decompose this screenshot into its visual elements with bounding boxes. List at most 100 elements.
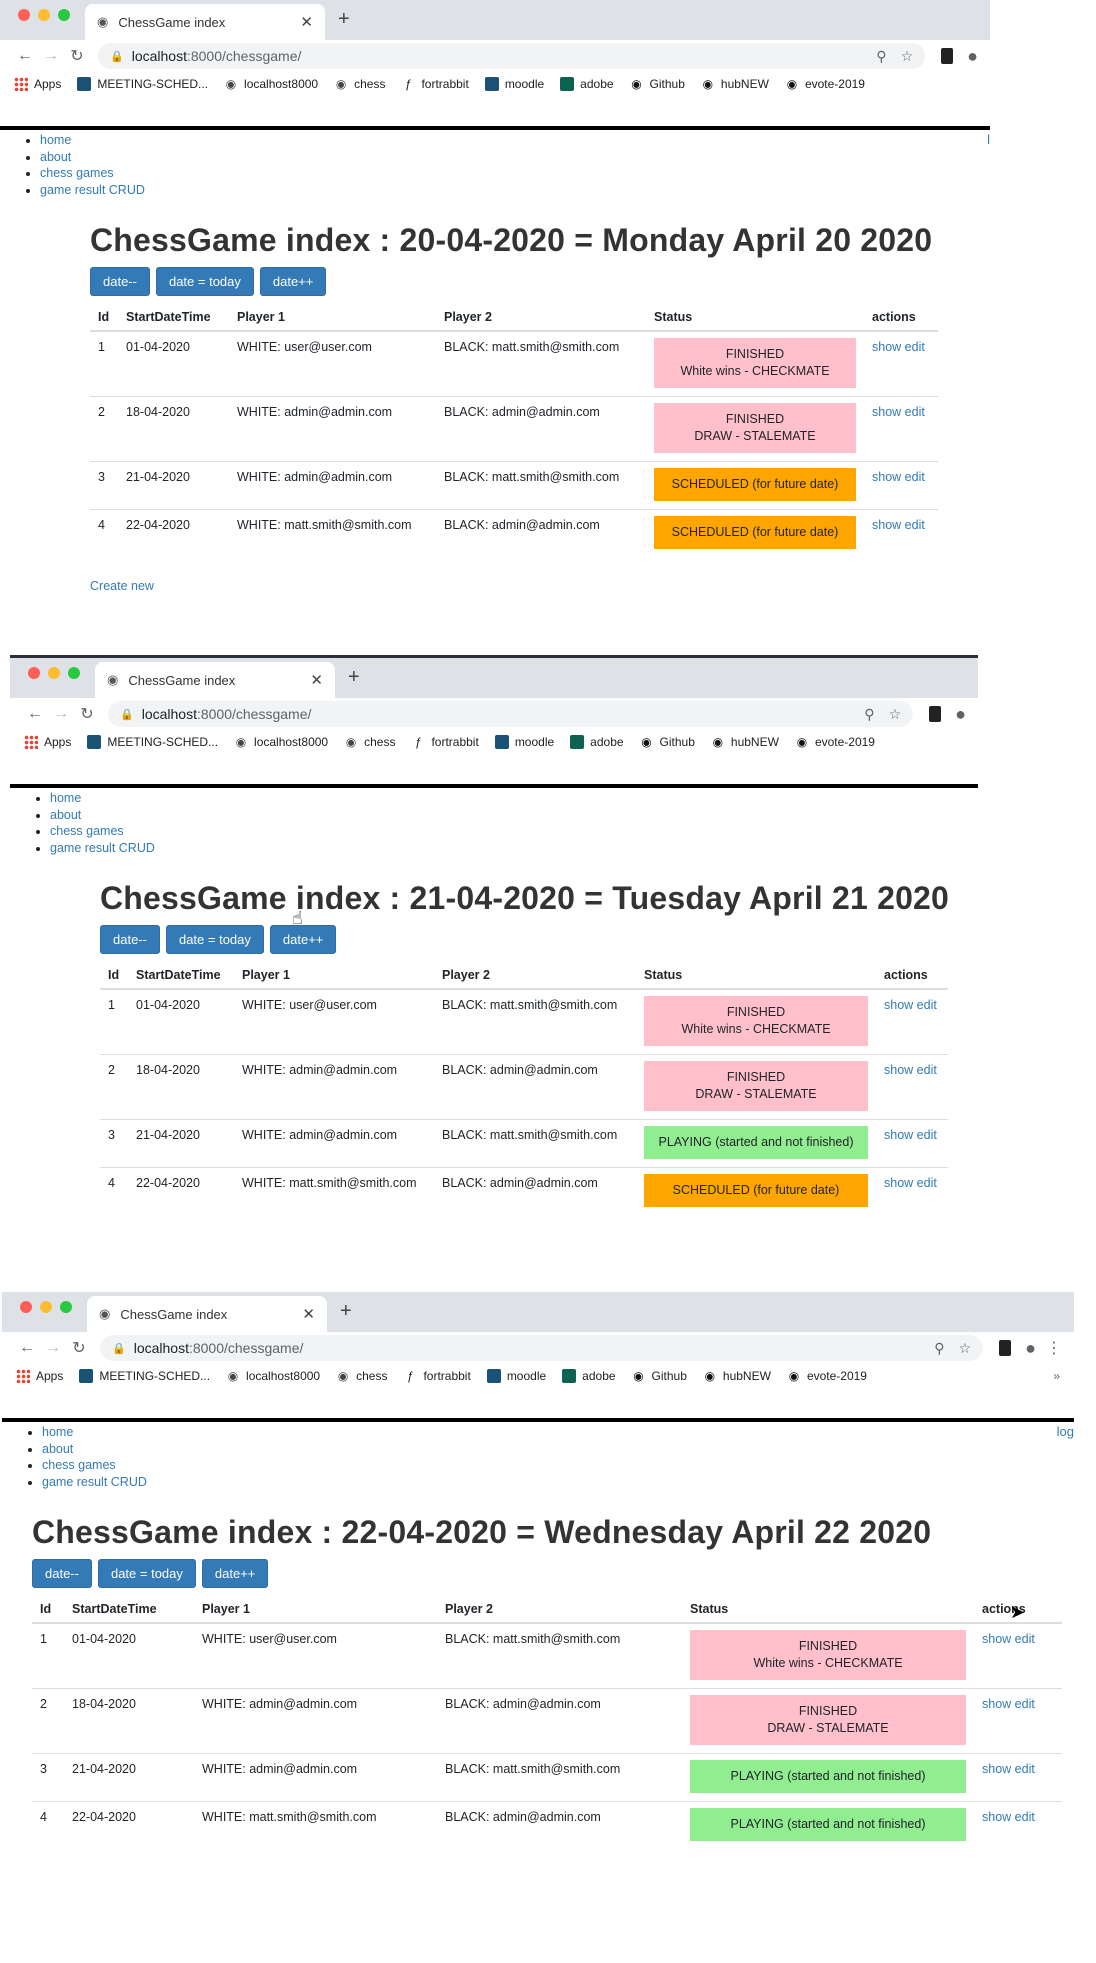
nav-chess-games-link[interactable]: chess games (42, 1458, 116, 1472)
edit-link[interactable]: edit (1015, 1762, 1035, 1776)
minimize-window-button[interactable] (38, 9, 50, 21)
extension-icon[interactable] (999, 1340, 1012, 1356)
maximize-window-button[interactable] (60, 1301, 72, 1313)
forward-icon[interactable]: → (38, 47, 64, 65)
bookmark-adobe[interactable]: adobe (560, 77, 614, 91)
show-link[interactable]: show (872, 518, 901, 532)
extension-icon[interactable] (941, 48, 954, 64)
close-window-button[interactable] (28, 667, 40, 679)
edit-link[interactable]: edit (917, 1128, 937, 1142)
star-icon[interactable]: ☆ (959, 1340, 972, 1357)
bookmark-moodle[interactable]: moodle (494, 735, 554, 749)
back-icon[interactable]: ← (12, 47, 38, 65)
bookmark-chess[interactable]: ◉ chess (344, 735, 396, 749)
show-link[interactable]: show (884, 998, 913, 1012)
show-link[interactable]: show (982, 1697, 1011, 1711)
browser-tab[interactable]: ◉ ChessGame index ✕ (87, 1296, 327, 1332)
minimize-window-button[interactable] (40, 1301, 52, 1313)
bookmark-chess[interactable]: ◉ chess (336, 1369, 388, 1383)
edit-link[interactable]: edit (917, 998, 937, 1012)
new-tab-icon[interactable]: + (338, 8, 350, 31)
login-link[interactable]: l (987, 132, 990, 147)
profile-icon[interactable]: ● (1025, 1338, 1036, 1359)
show-link[interactable]: show (982, 1762, 1011, 1776)
profile-icon[interactable]: ● (955, 704, 966, 725)
close-tab-icon[interactable]: ✕ (310, 671, 323, 689)
bookmark-adobe[interactable]: adobe (562, 1369, 616, 1383)
back-icon[interactable]: ← (22, 705, 48, 723)
forward-icon[interactable]: → (48, 705, 74, 723)
nav-game-result-crud-link[interactable]: game result CRUD (40, 183, 145, 197)
bookmark-github[interactable]: ◉ Github (632, 1369, 687, 1383)
login-link[interactable]: log (1057, 1424, 1074, 1439)
date-today-button[interactable]: date = today (155, 267, 254, 296)
close-tab-icon[interactable]: ✕ (302, 1305, 315, 1323)
date-prev-button[interactable]: date-- (32, 1559, 92, 1588)
date-prev-button[interactable]: date-- (90, 267, 150, 296)
show-link[interactable]: show (872, 340, 901, 354)
nav-about-link[interactable]: about (40, 150, 71, 164)
bookmark-fortrabbit[interactable]: ƒ fortrabbit (401, 77, 469, 91)
bookmark-meeting[interactable]: MEETING-SCHED... (79, 1369, 210, 1383)
bookmark-apps[interactable]: Apps (24, 735, 71, 749)
nav-chess-games-link[interactable]: chess games (40, 166, 114, 180)
edit-link[interactable]: edit (1015, 1810, 1035, 1824)
minimize-window-button[interactable] (48, 667, 60, 679)
new-tab-icon[interactable]: + (340, 1300, 352, 1323)
address-bar[interactable]: 🔒 localhost:8000/chessgame/ ⚲ ☆ (98, 43, 926, 69)
nav-game-result-crud-link[interactable]: game result CRUD (42, 1475, 147, 1489)
star-icon[interactable]: ☆ (901, 48, 914, 65)
edit-link[interactable]: edit (917, 1176, 937, 1190)
bookmark-moodle[interactable]: moodle (486, 1369, 546, 1383)
zoom-icon[interactable]: ⚲ (864, 706, 874, 723)
bookmark-fortrabbit[interactable]: ƒ fortrabbit (411, 735, 479, 749)
nav-about-link[interactable]: about (50, 808, 81, 822)
bookmark-evote[interactable]: ◉ evote-2019 (795, 735, 875, 749)
bookmark-meeting[interactable]: MEETING-SCHED... (77, 77, 208, 91)
menu-icon[interactable]: ⋮ (1046, 1338, 1062, 1358)
nav-chess-games-link[interactable]: chess games (50, 824, 124, 838)
date-next-button[interactable]: date++ (269, 925, 337, 954)
edit-link[interactable]: edit (1015, 1632, 1035, 1646)
show-link[interactable]: show (872, 470, 901, 484)
bookmark-moodle[interactable]: moodle (484, 77, 544, 91)
show-link[interactable]: show (982, 1632, 1011, 1646)
show-link[interactable]: show (884, 1063, 913, 1077)
maximize-window-button[interactable] (68, 667, 80, 679)
show-link[interactable]: show (884, 1128, 913, 1142)
bookmark-apps[interactable]: Apps (16, 1369, 63, 1383)
address-bar[interactable]: 🔒 localhost:8000/chessgame/ ⚲ ☆ (100, 1335, 984, 1361)
date-next-button[interactable]: date++ (201, 1559, 269, 1588)
date-prev-button[interactable]: date-- (100, 925, 160, 954)
show-link[interactable]: show (872, 405, 901, 419)
close-window-button[interactable] (20, 1301, 32, 1313)
date-next-button[interactable]: date++ (259, 267, 327, 296)
bookmark-apps[interactable]: Apps (14, 77, 61, 91)
nav-home-link[interactable]: home (42, 1425, 73, 1439)
reload-icon[interactable]: ↻ (64, 46, 90, 66)
date-today-button[interactable]: date = today (165, 925, 264, 954)
browser-tab[interactable]: ◉ ChessGame index ✕ (95, 662, 335, 698)
bookmark-localhost[interactable]: ◉ localhost8000 (224, 77, 318, 91)
maximize-window-button[interactable] (58, 9, 70, 21)
close-window-button[interactable] (18, 9, 30, 21)
bookmark-github[interactable]: ◉ Github (640, 735, 695, 749)
create-new-link[interactable]: Create new (90, 579, 154, 593)
date-today-button[interactable]: date = today (97, 1559, 196, 1588)
star-icon[interactable]: ☆ (889, 706, 902, 723)
nav-game-result-crud-link[interactable]: game result CRUD (50, 841, 155, 855)
address-bar[interactable]: 🔒 localhost:8000/chessgame/ ⚲ ☆ (108, 701, 914, 727)
bookmark-github[interactable]: ◉ Github (630, 77, 685, 91)
edit-link[interactable]: edit (1015, 1697, 1035, 1711)
show-link[interactable]: show (884, 1176, 913, 1190)
bookmark-evote[interactable]: ◉ evote-2019 (787, 1369, 867, 1383)
new-tab-icon[interactable]: + (348, 666, 360, 689)
bookmark-meeting[interactable]: MEETING-SCHED... (87, 735, 218, 749)
back-icon[interactable]: ← (14, 1339, 40, 1357)
bookmark-hubnew[interactable]: ◉ hubNEW (703, 1369, 771, 1383)
nav-home-link[interactable]: home (40, 133, 71, 147)
bookmark-hubnew[interactable]: ◉ hubNEW (701, 77, 769, 91)
nav-about-link[interactable]: about (42, 1442, 73, 1456)
forward-icon[interactable]: → (40, 1339, 66, 1357)
bookmarks-overflow-icon[interactable]: » (1053, 1369, 1060, 1383)
